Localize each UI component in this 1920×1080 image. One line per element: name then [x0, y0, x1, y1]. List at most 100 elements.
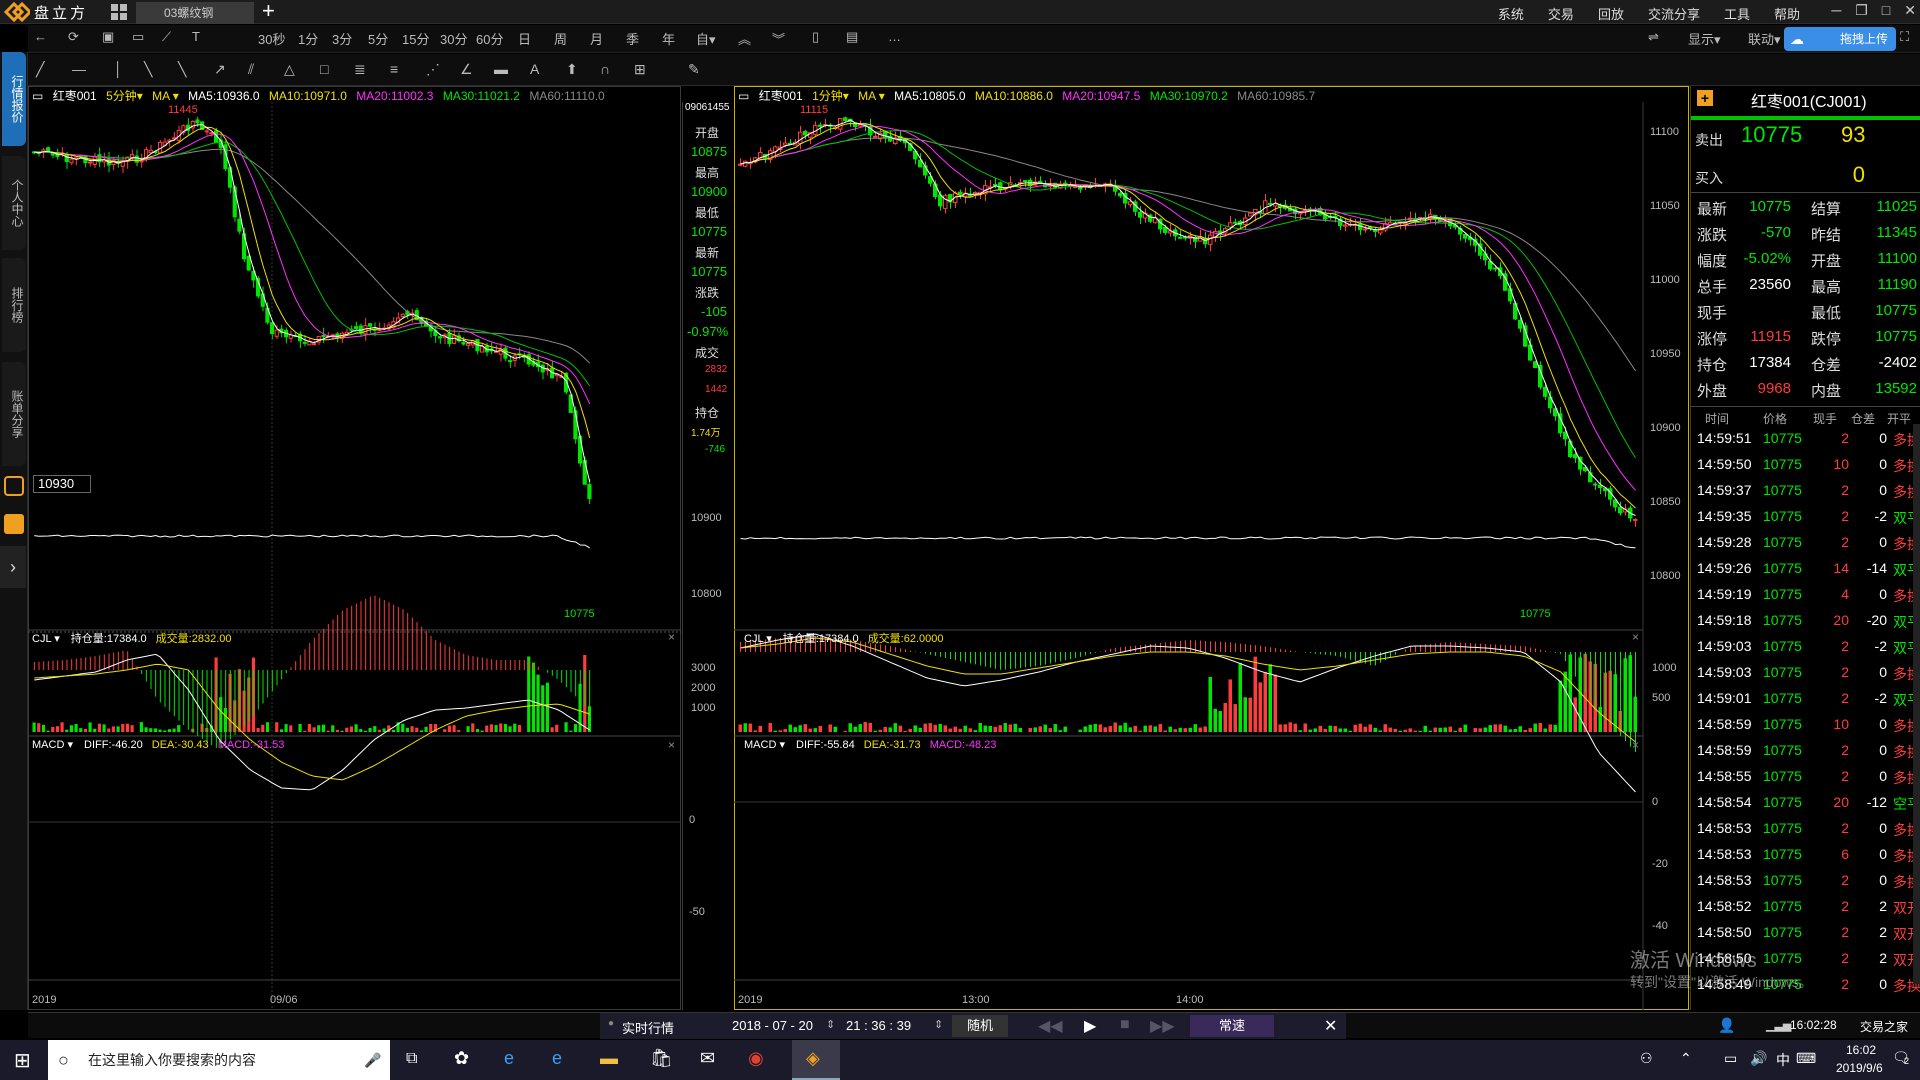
split-icon[interactable]: ▤	[846, 29, 858, 45]
sidetab-personal[interactable]: 个人中心	[2, 156, 26, 250]
fib-icon[interactable]: ≣	[354, 61, 366, 78]
mic-icon[interactable]: 🎤	[364, 1040, 381, 1080]
chart-icon[interactable]	[4, 514, 24, 534]
hline-icon[interactable]: —	[72, 61, 86, 77]
date-spin-icon[interactable]: ⇕	[826, 1018, 835, 1031]
task-view-icon[interactable]: ⧉	[406, 1050, 417, 1068]
tick-row[interactable]: 14:58:53 10775 2 0 多换	[1697, 872, 1920, 898]
time-spin-icon[interactable]: ⇕	[934, 1018, 943, 1031]
tray-up-icon[interactable]: ⌃	[1680, 1050, 1692, 1067]
tick-scrollbar[interactable]	[1913, 424, 1920, 984]
stop-icon[interactable]: ■	[1120, 1016, 1130, 1034]
period-3m[interactable]: 3分	[332, 29, 352, 48]
chevron-up-icon[interactable]: ︽	[738, 29, 751, 48]
new-tab-button[interactable]: +	[262, 0, 275, 22]
arrow-line-icon[interactable]: ↗	[214, 61, 226, 78]
target-icon[interactable]	[4, 476, 24, 496]
tick-row[interactable]: 14:58:54 10775 20 -12 空平	[1697, 794, 1920, 820]
tick-row[interactable]: 14:58:53 10775 6 0 多换	[1697, 846, 1920, 872]
left-vol-close-icon[interactable]: ×	[668, 630, 675, 644]
menu-tools[interactable]: 工具	[1724, 4, 1750, 23]
tick-row[interactable]: 14:59:01 10775 2 -2 双平	[1697, 690, 1920, 716]
left-period[interactable]: 5分钟▾	[106, 89, 143, 103]
period-1m[interactable]: 1分	[298, 29, 318, 48]
sidetab-ranking[interactable]: 排行榜	[2, 258, 26, 352]
mail-icon[interactable]: ✉	[700, 1048, 715, 1069]
menu-trade[interactable]: 交易	[1548, 4, 1574, 23]
period-week[interactable]: 周	[554, 29, 567, 48]
mid-period[interactable]: 1分钟▾	[812, 89, 849, 103]
tick-row[interactable]: 14:58:55 10775 2 0 多换	[1697, 768, 1920, 794]
period-30m[interactable]: 30分	[440, 29, 467, 48]
random-button[interactable]: 随机	[952, 1015, 1008, 1037]
tick-row[interactable]: 14:59:19 10775 4 0 多换	[1697, 586, 1920, 612]
link-menu[interactable]: 联动▾	[1748, 29, 1781, 48]
mid-vol-close-icon[interactable]: ×	[1632, 630, 1639, 644]
ime-indicator[interactable]: 中	[1776, 1050, 1790, 1070]
edge-icon[interactable]: e	[552, 1048, 562, 1069]
live-mode[interactable]: 实时行情	[622, 1018, 674, 1037]
mid-macd-name[interactable]: MACD ▾	[744, 739, 785, 751]
period-day[interactable]: 日	[518, 29, 531, 48]
add-watch-icon[interactable]: +	[1697, 90, 1713, 106]
upload-button[interactable]: ☁ 拖拽上传	[1784, 27, 1896, 51]
left-macd-name[interactable]: MACD ▾	[32, 739, 73, 751]
rectangle-icon[interactable]: □	[320, 61, 328, 77]
tick-row[interactable]: 14:59:35 10775 2 -2 双平	[1697, 508, 1920, 534]
tick-row[interactable]: 14:58:53 10775 2 0 多换	[1697, 820, 1920, 846]
sidetab-quotes[interactable]: 行情报价	[2, 52, 26, 146]
taskbar-search[interactable]: ○ 在这里输入你要搜索的内容 🎤	[48, 1040, 390, 1080]
ie-icon[interactable]: e	[504, 1048, 514, 1069]
tick-row[interactable]: 14:59:37 10775 2 0 多换	[1697, 482, 1920, 508]
period-30s[interactable]: 30秒	[258, 29, 285, 48]
display-menu[interactable]: 显示▾	[1688, 29, 1721, 48]
windows-start-icon[interactable]: ⊞	[14, 1048, 31, 1073]
tick-row[interactable]: 14:59:28 10775 2 0 多换	[1697, 534, 1920, 560]
people-icon[interactable]: ⚇	[1640, 1050, 1653, 1067]
mid-macd-close-icon[interactable]: ×	[1632, 738, 1639, 752]
tick-row[interactable]: 14:59:03 10775 2 0 多换	[1697, 664, 1920, 690]
fullscreen-icon[interactable]: ⛶	[1900, 29, 1909, 45]
forward-icon[interactable]: ▶▶	[1150, 1016, 1175, 1036]
menu-share[interactable]: 交流分享	[1648, 4, 1700, 23]
more-icon[interactable]: …	[888, 29, 901, 44]
open-folder-icon[interactable]: ▭	[132, 29, 144, 45]
tick-row[interactable]: 14:59:26 10775 14 -14 双平	[1697, 560, 1920, 586]
app-taskbar-icon-1[interactable]: ✿	[454, 1048, 469, 1069]
tick-row[interactable]: 14:58:59 10775 10 0 多换	[1697, 716, 1920, 742]
save-icon[interactable]: ▣	[102, 29, 114, 45]
period-quarter[interactable]: 季	[626, 29, 639, 48]
grid-tool-icon[interactable]: ⊞	[634, 61, 646, 78]
period-month[interactable]: 月	[590, 29, 603, 48]
user-icon[interactable]: 👤	[1718, 1017, 1735, 1034]
tick-row[interactable]: 14:58:52 10775 2 2 双开	[1697, 898, 1920, 924]
menu-system[interactable]: 系统	[1498, 4, 1524, 23]
maximize-icon[interactable]: □	[1882, 2, 1890, 19]
tick-row[interactable]: 14:59:18 10775 20 -20 双平	[1697, 612, 1920, 638]
chevron-down-icon[interactable]: ︾	[772, 29, 785, 48]
pen-icon[interactable]: ╱	[36, 61, 44, 78]
gann-icon[interactable]: ⋰	[426, 61, 440, 78]
app-logo[interactable]: 盘立方	[4, 2, 88, 22]
left-symbol[interactable]: 红枣001	[53, 89, 97, 103]
magnet-icon[interactable]: ∩	[600, 61, 610, 77]
replay-date[interactable]: 2018 - 07 - 20	[732, 1018, 813, 1033]
mid-vol-name[interactable]: CJL ▾	[744, 633, 772, 645]
ray-icon[interactable]: ╲	[178, 61, 186, 78]
angle-icon[interactable]: ∠	[460, 61, 473, 78]
text-t-icon[interactable]: T	[192, 29, 200, 44]
close-icon[interactable]: ✕	[1904, 2, 1916, 19]
up-arrow-icon[interactable]: ⬆	[566, 61, 578, 78]
parallel-icon[interactable]: ⫽	[248, 61, 254, 78]
channel-icon[interactable]: ≡	[390, 61, 398, 77]
clock-time[interactable]: 16:02	[1846, 1043, 1876, 1057]
back-icon[interactable]: ←	[34, 29, 47, 44]
left-ind[interactable]: MA ▾	[152, 89, 179, 103]
period-custom[interactable]: 自▾	[696, 29, 716, 48]
mid-symbol[interactable]: 红枣001	[759, 89, 803, 103]
period-15m[interactable]: 15分	[402, 29, 429, 48]
vline-icon[interactable]: │	[114, 61, 123, 77]
tick-row[interactable]: 14:59:51 10775 2 0 多换	[1697, 430, 1920, 456]
speed-button[interactable]: 常速	[1190, 1015, 1274, 1037]
period-year[interactable]: 年	[662, 29, 675, 48]
